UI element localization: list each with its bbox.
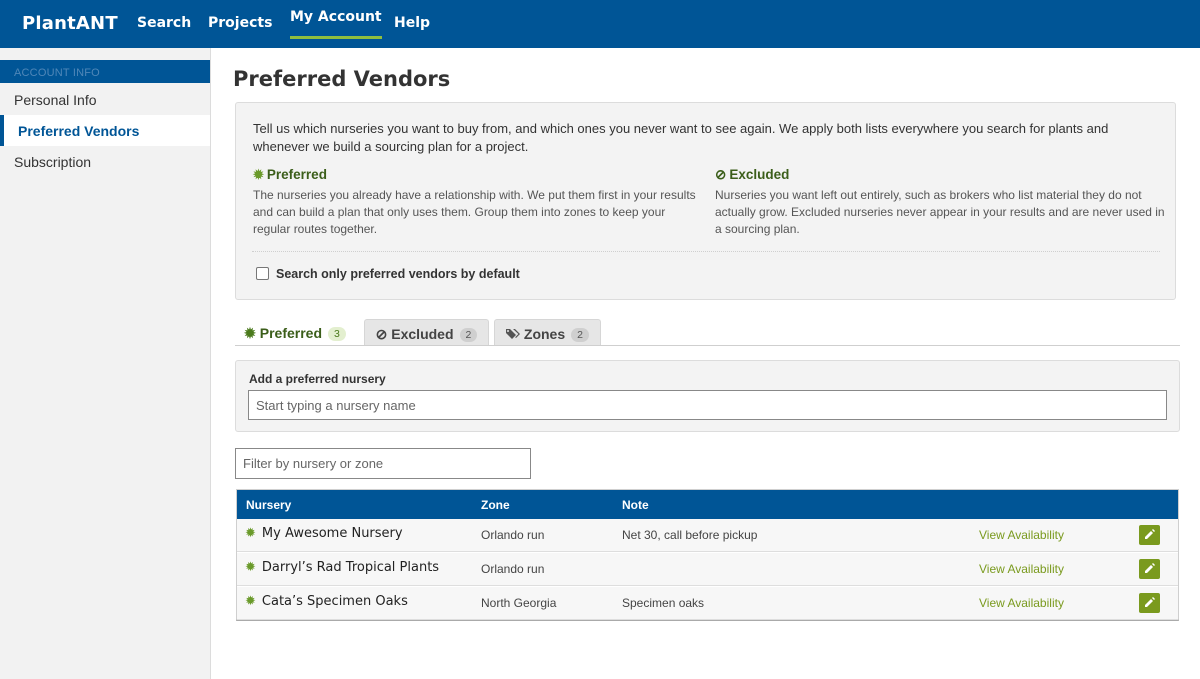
nav-search[interactable]: Search xyxy=(137,15,191,31)
preferred-only-label: Search only preferred vendors by default xyxy=(276,267,520,281)
excluded-description: Nurseries you want left out entirely, su… xyxy=(715,188,1165,236)
tab-label: Excluded xyxy=(391,326,454,342)
add-nursery-label: Add a preferred nursery xyxy=(249,372,386,386)
info-panel: Tell us which nurseries you want to buy … xyxy=(235,102,1176,300)
preferred-only-option[interactable]: Search only preferred vendors by default xyxy=(256,267,520,281)
divider xyxy=(252,251,1160,252)
nursery-name[interactable]: ✹ Cata’s Specimen Oaks xyxy=(245,594,408,609)
edit-button[interactable] xyxy=(1139,559,1160,579)
vendors-table: Nursery Zone Note ✹ My Awesome Nursery Or… xyxy=(236,489,1179,621)
tab-label: Zones xyxy=(523,326,566,342)
top-nav: PlantANT Search Projects My Account Help xyxy=(0,0,1200,48)
tab-preferred[interactable]: ✹ Preferred 3 xyxy=(235,319,355,346)
intro-text: Tell us which nurseries you want to buy … xyxy=(253,121,1109,154)
nav-my-account[interactable]: My Account xyxy=(290,9,382,39)
gear-icon: ✹ xyxy=(245,526,256,541)
note-cell: Specimen oaks xyxy=(622,596,705,610)
preferred-description: The nurseries you already have a relatio… xyxy=(253,188,696,236)
gear-icon: ✹ xyxy=(244,325,256,341)
column-header-zone[interactable]: Zone xyxy=(481,498,510,512)
view-availability-link[interactable]: View Availability xyxy=(979,562,1064,576)
tab-zones[interactable]: Zones 2 xyxy=(494,319,601,346)
sidebar-section-header: ACCOUNT INFO xyxy=(0,60,210,83)
edit-button[interactable] xyxy=(1139,593,1160,613)
table-row: ✹ My Awesome Nursery Orlando run Net 30, … xyxy=(237,519,1178,552)
table-row: ✹ Darryl’s Rad Tropical Plants Orlando ru… xyxy=(237,553,1178,586)
excluded-heading: ⊘ Excluded xyxy=(715,167,790,182)
column-header-nursery[interactable]: Nursery xyxy=(246,498,291,512)
page-title: Preferred Vendors xyxy=(233,67,451,91)
view-availability-link[interactable]: View Availability xyxy=(979,528,1064,542)
tab-count-badge: 2 xyxy=(571,328,589,342)
note-cell: Net 30, call before pickup xyxy=(622,528,758,542)
zone-cell: Orlando run xyxy=(481,562,545,576)
nursery-name[interactable]: ✹ My Awesome Nursery xyxy=(245,526,403,541)
tab-count-badge: 3 xyxy=(328,327,346,341)
nav-projects[interactable]: Projects xyxy=(208,15,272,31)
tab-count-badge: 2 xyxy=(459,328,478,342)
ban-icon: ⊘ xyxy=(715,167,727,182)
tab-label: Preferred xyxy=(259,325,323,341)
zone-cell: Orlando run xyxy=(481,528,545,542)
gear-icon: ✹ xyxy=(245,560,256,575)
zone-cell: North Georgia xyxy=(481,596,557,610)
view-availability-link[interactable]: View Availability xyxy=(979,596,1064,610)
tags-icon xyxy=(506,327,521,343)
nursery-name[interactable]: ✹ Darryl’s Rad Tropical Plants xyxy=(245,560,439,575)
table-row: ✹ Cata’s Specimen Oaks North Georgia Spec… xyxy=(237,587,1178,620)
gear-icon: ✹ xyxy=(253,167,264,182)
preferred-heading: ✹ Preferred xyxy=(253,167,327,182)
brand-logo[interactable]: PlantANT xyxy=(22,13,118,34)
tabs-divider xyxy=(235,345,1180,346)
tab-excluded[interactable]: ⊘ Excluded 2 xyxy=(364,319,489,346)
gear-icon: ✹ xyxy=(245,594,256,609)
add-nursery-panel: Add a preferred nursery xyxy=(235,360,1180,432)
ban-icon: ⊘ xyxy=(375,326,388,342)
add-nursery-input[interactable] xyxy=(248,390,1167,420)
pencil-icon xyxy=(1145,597,1155,607)
preferred-only-checkbox[interactable] xyxy=(256,267,269,280)
nav-help[interactable]: Help xyxy=(394,15,430,31)
table-header: Nursery Zone Note xyxy=(237,490,1178,519)
filter-input[interactable] xyxy=(235,448,531,479)
sidebar: ACCOUNT INFO Personal Info Preferred Ven… xyxy=(0,48,211,679)
sidebar-item-personal-info[interactable]: Personal Info xyxy=(0,84,210,115)
sidebar-item-preferred-vendors[interactable]: Preferred Vendors xyxy=(0,115,210,146)
edit-button[interactable] xyxy=(1139,525,1160,545)
pencil-icon xyxy=(1145,529,1155,539)
sidebar-item-subscription[interactable]: Subscription xyxy=(0,146,210,177)
pencil-icon xyxy=(1145,563,1155,573)
column-header-note[interactable]: Note xyxy=(622,498,649,512)
